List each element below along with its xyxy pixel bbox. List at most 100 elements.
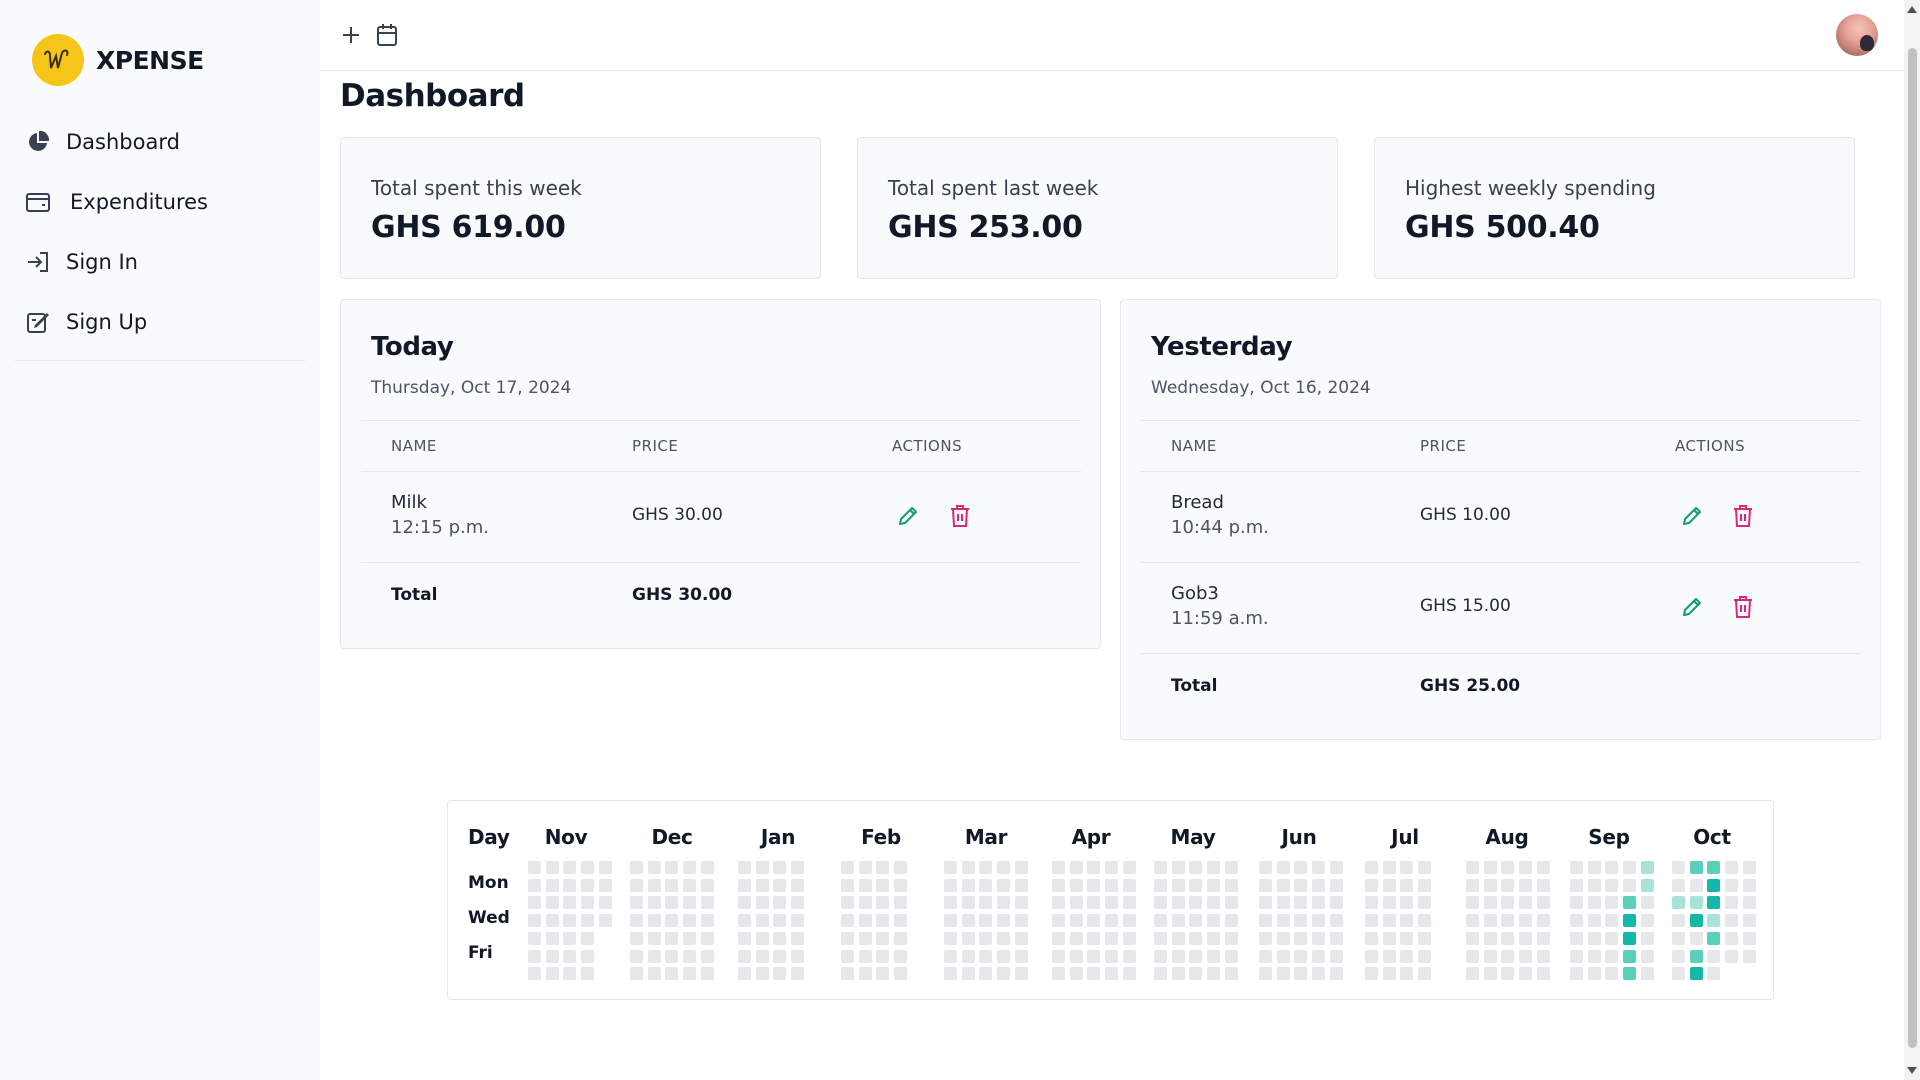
heatmap-cell[interactable] xyxy=(961,878,975,892)
heatmap-cell[interactable] xyxy=(1312,967,1326,981)
heatmap-cell[interactable] xyxy=(1329,949,1343,963)
heatmap-cell[interactable] xyxy=(997,878,1011,892)
heatmap-cell[interactable] xyxy=(1294,949,1308,963)
heatmap-cell[interactable] xyxy=(773,861,787,874)
heatmap-cell[interactable] xyxy=(1725,914,1739,928)
heatmap-cell[interactable] xyxy=(1189,861,1203,874)
heatmap-cell[interactable] xyxy=(528,861,541,874)
heatmap-cell[interactable] xyxy=(858,878,872,892)
heatmap-cell[interactable] xyxy=(1587,967,1601,981)
heatmap-cell[interactable] xyxy=(1725,949,1739,963)
heatmap-cell[interactable] xyxy=(1742,931,1756,945)
heatmap-cell[interactable] xyxy=(528,931,541,945)
heatmap-cell[interactable] xyxy=(1483,861,1497,874)
heatmap-cell[interactable] xyxy=(1087,931,1101,945)
heatmap-cell[interactable] xyxy=(1312,861,1326,874)
heatmap-cell[interactable] xyxy=(1087,967,1101,981)
heatmap-cell[interactable] xyxy=(1154,931,1167,945)
heatmap-cell[interactable] xyxy=(1707,861,1721,874)
heatmap-cell[interactable] xyxy=(1365,967,1378,981)
heatmap-cell[interactable] xyxy=(1259,949,1272,963)
heatmap-cell[interactable] xyxy=(1069,878,1083,892)
heatmap-cell[interactable] xyxy=(1640,967,1654,981)
heatmap-cell[interactable] xyxy=(876,949,890,963)
heatmap-cell[interactable] xyxy=(1640,878,1654,892)
heatmap-cell[interactable] xyxy=(1536,878,1550,892)
heatmap-cell[interactable] xyxy=(1725,878,1739,892)
heatmap-cell[interactable] xyxy=(894,967,908,981)
heatmap-cell[interactable] xyxy=(1329,967,1343,981)
heatmap-cell[interactable] xyxy=(1329,861,1343,874)
heatmap-cell[interactable] xyxy=(1171,967,1185,981)
heatmap-cell[interactable] xyxy=(1224,861,1238,874)
heatmap-cell[interactable] xyxy=(1105,931,1119,945)
heatmap-cell[interactable] xyxy=(1276,896,1290,910)
heatmap-cell[interactable] xyxy=(1587,931,1601,945)
heatmap-cell[interactable] xyxy=(791,949,805,963)
heatmap-cell[interactable] xyxy=(773,878,787,892)
heatmap-cell[interactable] xyxy=(1276,861,1290,874)
heatmap-cell[interactable] xyxy=(1536,931,1550,945)
heatmap-cell[interactable] xyxy=(1466,967,1479,981)
heatmap-cell[interactable] xyxy=(1259,967,1272,981)
heatmap-cell[interactable] xyxy=(1154,949,1167,963)
heatmap-cell[interactable] xyxy=(858,931,872,945)
heatmap-cell[interactable] xyxy=(1623,861,1637,874)
heatmap-cell[interactable] xyxy=(1382,949,1396,963)
scroll-thumb[interactable] xyxy=(1908,48,1917,1048)
heatmap-cell[interactable] xyxy=(1382,878,1396,892)
heatmap-cell[interactable] xyxy=(876,861,890,874)
heatmap-cell[interactable] xyxy=(1052,896,1065,910)
heatmap-cell[interactable] xyxy=(1605,896,1619,910)
heatmap-cell[interactable] xyxy=(755,949,769,963)
heatmap-cell[interactable] xyxy=(545,914,559,928)
heatmap-cell[interactable] xyxy=(1382,967,1396,981)
heatmap-cell[interactable] xyxy=(1365,861,1378,874)
heatmap-cell[interactable] xyxy=(1069,914,1083,928)
heatmap-cell[interactable] xyxy=(1207,931,1221,945)
heatmap-cell[interactable] xyxy=(1501,949,1515,963)
heatmap-cell[interactable] xyxy=(1483,914,1497,928)
heatmap-cell[interactable] xyxy=(683,896,697,910)
heatmap-cell[interactable] xyxy=(1382,896,1396,910)
heatmap-cell[interactable] xyxy=(1605,861,1619,874)
heatmap-cell[interactable] xyxy=(700,949,714,963)
heatmap-cell[interactable] xyxy=(1570,931,1583,945)
heatmap-cell[interactable] xyxy=(961,967,975,981)
heatmap-cell[interactable] xyxy=(700,967,714,981)
heatmap-cell[interactable] xyxy=(979,967,993,981)
heatmap-cell[interactable] xyxy=(700,914,714,928)
heatmap-cell[interactable] xyxy=(1689,931,1703,945)
heatmap-cell[interactable] xyxy=(1418,949,1432,963)
heatmap-cell[interactable] xyxy=(1087,914,1101,928)
heatmap-cell[interactable] xyxy=(528,967,541,981)
pencil-icon[interactable] xyxy=(1679,503,1705,529)
heatmap-cell[interactable] xyxy=(1689,914,1703,928)
heatmap-cell[interactable] xyxy=(1570,896,1583,910)
heatmap-cell[interactable] xyxy=(1623,967,1637,981)
heatmap-cell[interactable] xyxy=(1189,949,1203,963)
heatmap-cell[interactable] xyxy=(1087,896,1101,910)
heatmap-cell[interactable] xyxy=(1466,914,1479,928)
heatmap-cell[interactable] xyxy=(773,931,787,945)
heatmap-cell[interactable] xyxy=(1466,878,1479,892)
calendar-icon[interactable] xyxy=(372,20,402,50)
heatmap-cell[interactable] xyxy=(755,967,769,981)
heatmap-cell[interactable] xyxy=(1742,896,1756,910)
heatmap-cell[interactable] xyxy=(997,914,1011,928)
heatmap-cell[interactable] xyxy=(1087,949,1101,963)
heatmap-cell[interactable] xyxy=(961,914,975,928)
heatmap-cell[interactable] xyxy=(1623,914,1637,928)
heatmap-cell[interactable] xyxy=(647,914,661,928)
heatmap-cell[interactable] xyxy=(700,861,714,874)
heatmap-cell[interactable] xyxy=(1519,896,1533,910)
heatmap-cell[interactable] xyxy=(979,949,993,963)
heatmap-cell[interactable] xyxy=(630,931,643,945)
heatmap-cell[interactable] xyxy=(876,967,890,981)
heatmap-cell[interactable] xyxy=(1365,914,1378,928)
heatmap-cell[interactable] xyxy=(997,967,1011,981)
heatmap-cell[interactable] xyxy=(791,967,805,981)
sidebar-item-sign-up[interactable]: Sign Up xyxy=(24,292,304,352)
heatmap-cell[interactable] xyxy=(1570,861,1583,874)
heatmap-cell[interactable] xyxy=(665,949,679,963)
